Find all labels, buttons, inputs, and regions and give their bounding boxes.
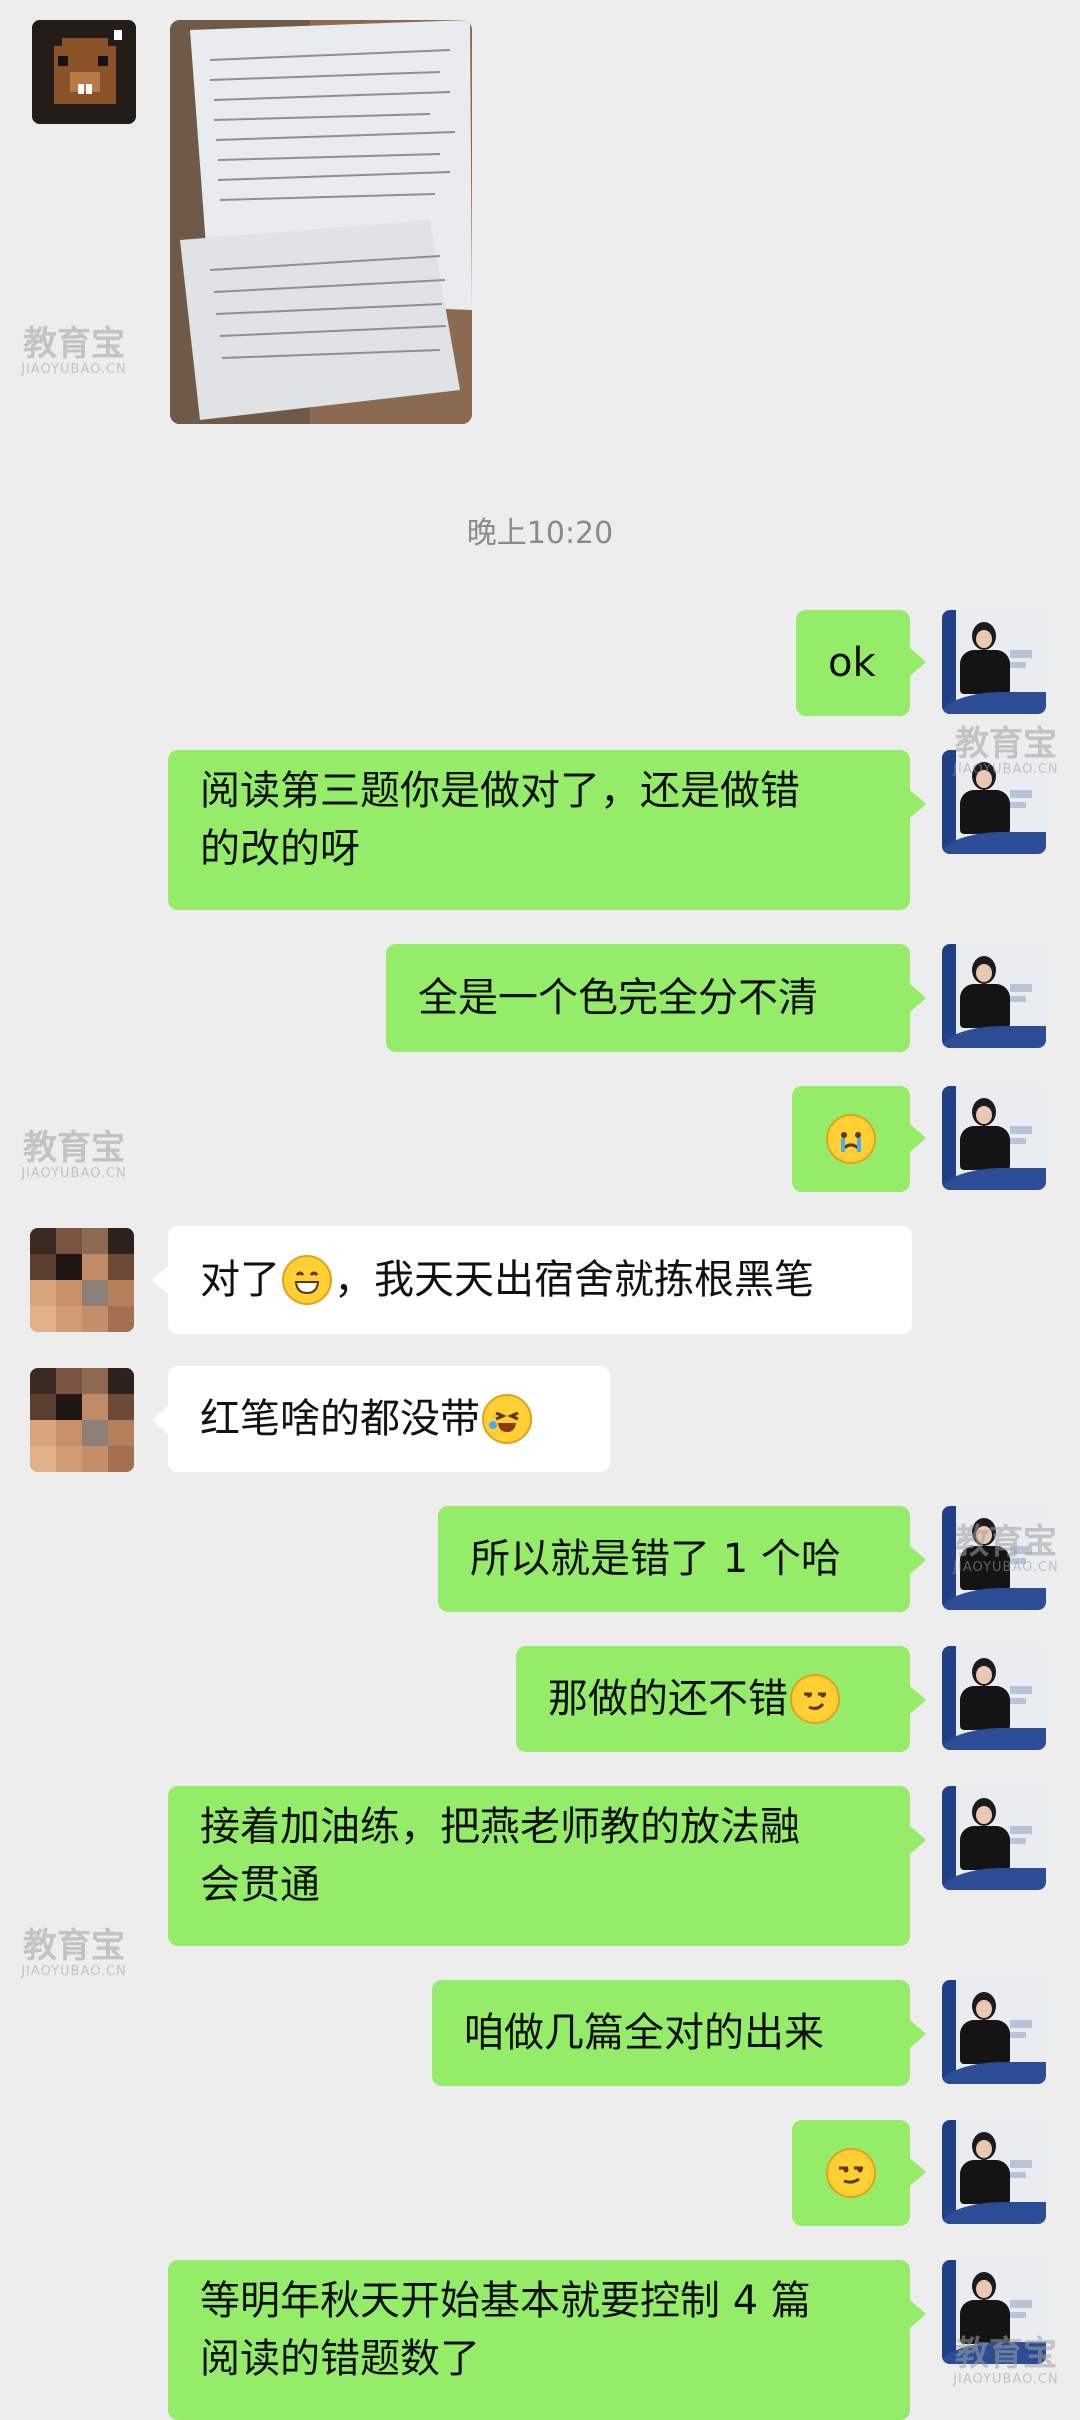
watermark-cn: 教育宝 <box>23 1128 125 1168</box>
sent-message-question[interactable]: 阅读第三题你是做对了，还是做错 的改的呀 <box>168 750 910 910</box>
avatar-self[interactable] <box>942 944 1046 1048</box>
avatar-self[interactable] <box>942 1086 1046 1190</box>
watermark-cn: 教育宝 <box>23 1926 125 1966</box>
watermark-cn: 教育宝 <box>955 724 1057 764</box>
message-line-2: 阅读的错题数了 <box>200 2336 480 2382</box>
sent-message-next-autumn[interactable]: 等明年秋天开始基本就要控制 4 篇 阅读的错题数了 <box>168 2260 910 2420</box>
watermark-4: 教育宝 JIAOYUBAO.CN <box>946 1524 1066 1576</box>
watermark-en: JIAOYUBAO.CN <box>21 362 127 377</box>
message-line-1: 阅读第三题你是做对了，还是做错 <box>200 768 800 814</box>
notebook-photo[interactable] <box>170 20 472 424</box>
laughing-tears-icon <box>482 1394 532 1444</box>
bubble-tail <box>910 648 926 676</box>
avatar-self[interactable] <box>942 2120 1046 2224</box>
message-text: ok <box>828 640 876 686</box>
watermark-en: JIAOYUBAO.CN <box>953 1560 1059 1575</box>
watermark-en: JIAOYUBAO.CN <box>953 2372 1059 2387</box>
sent-message-all-correct[interactable]: 咱做几篇全对的出来 <box>432 1980 910 2086</box>
message-line-1: 等明年秋天开始基本就要控制 4 篇 <box>200 2278 811 2324</box>
message-line-1: 接着加油练，把燕老师教的放法融 <box>200 1804 800 1850</box>
avatar-self[interactable] <box>942 1646 1046 1750</box>
watermark-cn: 教育宝 <box>955 1522 1057 1562</box>
avatar-other-pixelated[interactable] <box>30 1228 134 1332</box>
watermark-1: 教育宝 JIAOYUBAO.CN <box>18 326 130 378</box>
sent-message-keep-going[interactable]: 接着加油练，把燕老师教的放法融 会贯通 <box>168 1786 910 1946</box>
message-text-after: ，我天天出宿舍就拣根黑笔 <box>334 1257 814 1303</box>
bubble-tail <box>152 1406 168 1434</box>
avatar-self[interactable] <box>942 1980 1046 2084</box>
avatar-other-capybara[interactable] <box>32 20 136 124</box>
message-text: 全是一个色完全分不清 <box>418 975 818 1021</box>
received-message-black-pen[interactable]: 对了 ，我天天出宿舍就拣根黑笔 <box>168 1226 912 1334</box>
sent-message-emoji[interactable] <box>792 1086 910 1192</box>
bubble-tail <box>910 1826 926 1854</box>
sent-message-color[interactable]: 全是一个色完全分不清 <box>386 944 910 1052</box>
avatar-other-pixelated[interactable] <box>30 1368 134 1472</box>
bubble-tail <box>910 2300 926 2328</box>
bubble-tail <box>152 1266 168 1294</box>
bubble-tail <box>910 1686 926 1714</box>
message-text: 红笔啥的都没带 <box>200 1396 480 1442</box>
watermark-6: 教育宝 JIAOYUBAO.CN <box>946 2336 1066 2388</box>
smirk-face-icon <box>826 2148 876 2198</box>
bubble-tail <box>910 1546 926 1574</box>
watermark-5: 教育宝 JIAOYUBAO.CN <box>18 1928 130 1980</box>
message-text: 所以就是错了 1 个哈 <box>470 1536 841 1582</box>
watermark-en: JIAOYUBAO.CN <box>21 1166 127 1181</box>
message-text: 咱做几篇全对的出来 <box>464 2010 824 2056</box>
watermark-3: 教育宝 JIAOYUBAO.CN <box>18 1130 130 1182</box>
avatar-self[interactable] <box>942 1786 1046 1890</box>
message-line-2: 会贯通 <box>200 1862 320 1908</box>
bubble-tail <box>910 2020 926 2048</box>
bubble-tail <box>910 2158 926 2186</box>
watermark-cn: 教育宝 <box>955 2334 1057 2374</box>
smirk-icon <box>790 1674 840 1724</box>
watermark-en: JIAOYUBAO.CN <box>21 1964 127 1979</box>
notebook-photo-image <box>170 20 472 424</box>
avatar-self[interactable] <box>942 610 1046 714</box>
watermark-2: 教育宝 JIAOYUBAO.CN <box>946 726 1066 778</box>
sent-message-not-bad[interactable]: 那做的还不错 <box>516 1646 910 1752</box>
message-text-before: 对了 <box>200 1257 280 1303</box>
message-timestamp: 晚上10:20 <box>466 516 614 551</box>
pixelated-avatar-image <box>30 1228 134 1332</box>
crying-face-icon <box>826 1114 876 1164</box>
bubble-tail <box>910 1124 926 1152</box>
grinning-face-icon <box>282 1255 332 1305</box>
message-text: 那做的还不错 <box>548 1676 788 1722</box>
watermark-cn: 教育宝 <box>23 324 125 364</box>
bubble-tail <box>910 790 926 818</box>
sent-message-one-wrong[interactable]: 所以就是错了 1 个哈 <box>438 1506 910 1612</box>
pixelated-avatar-image <box>30 1368 134 1472</box>
capybara-avatar-image <box>32 20 136 124</box>
received-message-red-pen[interactable]: 红笔啥的都没带 <box>168 1366 610 1472</box>
sent-message-emoji[interactable] <box>792 2120 910 2226</box>
watermark-en: JIAOYUBAO.CN <box>953 762 1059 777</box>
sent-message-ok[interactable]: ok <box>796 610 910 716</box>
message-line-2: 的改的呀 <box>200 826 360 872</box>
bubble-tail <box>910 984 926 1012</box>
